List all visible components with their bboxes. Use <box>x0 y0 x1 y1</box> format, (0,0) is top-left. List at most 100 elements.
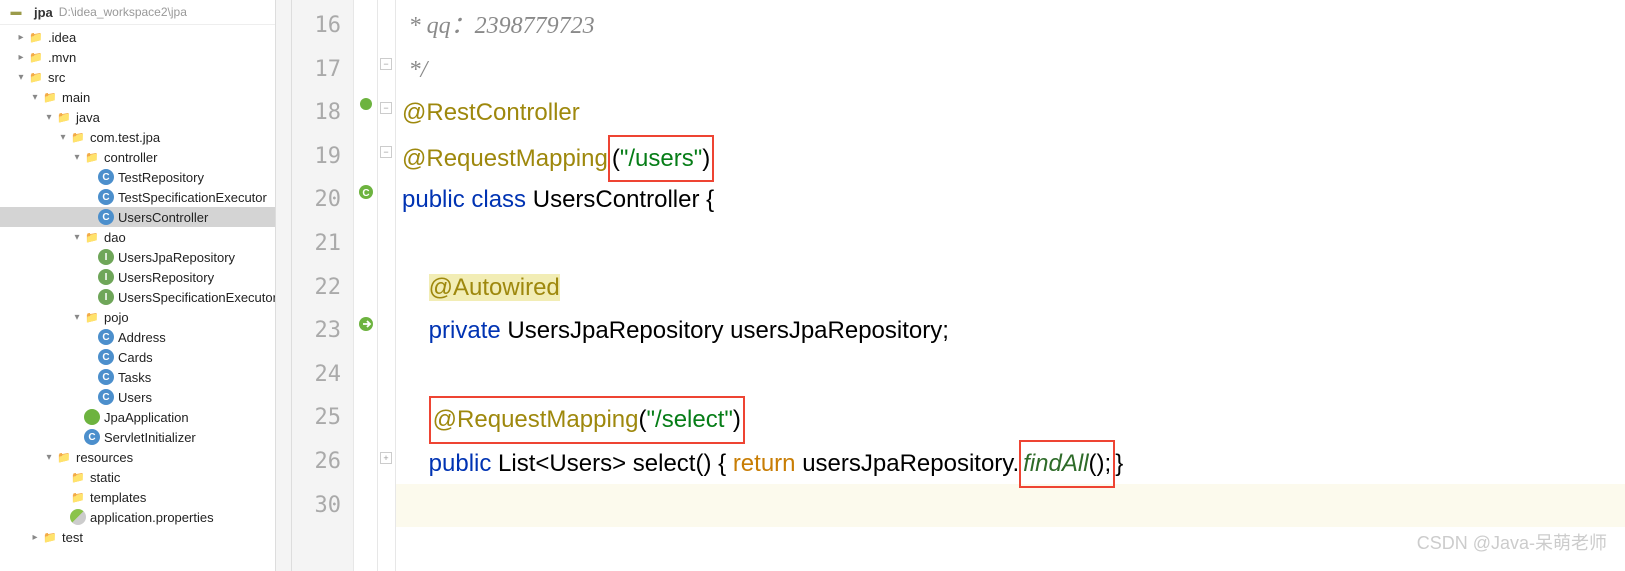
tree-item-tasks[interactable]: ▸CTasks <box>0 367 275 387</box>
line-number: 26 <box>292 440 353 484</box>
folder-icon: 📁 <box>28 29 44 45</box>
fold-marker[interactable]: − <box>380 102 392 114</box>
gutter-margin <box>276 0 292 571</box>
tree-item-usersrepo[interactable]: ▸IUsersRepository <box>0 267 275 287</box>
tree-item-usersjparepo[interactable]: ▸IUsersJpaRepository <box>0 247 275 267</box>
spring-class-icon: C <box>84 409 100 425</box>
tree-item-idea[interactable]: ▸📁.idea <box>0 27 275 47</box>
highlight-box: @RequestMapping("/select") <box>429 396 745 444</box>
tree-item-pkg[interactable]: ▾📁com.test.jpa <box>0 127 275 147</box>
line-number: 21 <box>292 222 353 266</box>
package-icon: 📁 <box>70 129 86 145</box>
line-number: 20 <box>292 178 353 222</box>
src-folder-icon: 📁 <box>56 109 72 125</box>
line-number: 16 <box>292 4 353 48</box>
fold-column: − − − + <box>378 0 396 571</box>
class-icon: C <box>98 369 114 385</box>
code-line[interactable] <box>396 484 1625 528</box>
class-icon: C <box>84 429 100 445</box>
code-line[interactable]: @RequestMapping("/select") <box>396 396 1625 440</box>
tree-item-cards[interactable]: ▸CCards <box>0 347 275 367</box>
folder-icon: 📁 <box>70 469 86 485</box>
tree-item-main[interactable]: ▾📁main <box>0 87 275 107</box>
folder-icon: 📁 <box>28 69 44 85</box>
module-icon: ▬ <box>8 4 24 20</box>
fold-marker[interactable]: − <box>380 146 392 158</box>
tree-item-controller[interactable]: ▾📁controller <box>0 147 275 167</box>
code-line[interactable]: @RequestMapping(("/users")"/users") <box>396 135 1625 179</box>
tree-item-testspec[interactable]: ▸CTestSpecificationExecutor <box>0 187 275 207</box>
class-icon: C <box>98 329 114 345</box>
line-number: 19 <box>292 135 353 179</box>
tree-item-java[interactable]: ▾📁java <box>0 107 275 127</box>
tree-item-testrepo[interactable]: ▸CTestRepository <box>0 167 275 187</box>
code-line[interactable]: public class UsersController { <box>396 178 1625 222</box>
line-number: 25 <box>292 396 353 440</box>
tree-item-users[interactable]: ▸CUsers <box>0 387 275 407</box>
folder-icon: 📁 <box>42 89 58 105</box>
code-content[interactable]: * qq：2398779723 */ @RestController @Requ… <box>396 0 1625 571</box>
tree-item-servletinit[interactable]: ▸CServletInitializer <box>0 427 275 447</box>
class-icon: C <box>98 189 114 205</box>
tree-item-resources[interactable]: ▾📁resources <box>0 447 275 467</box>
package-icon: 📁 <box>84 309 100 325</box>
tree-item-jpaapp[interactable]: ▸CJpaApplication <box>0 407 275 427</box>
gutter-icon-column: C <box>354 0 378 571</box>
project-tree[interactable]: ▸📁.idea ▸📁.mvn ▾📁src ▾📁main ▾📁java ▾📁com… <box>0 25 275 549</box>
class-icon: C <box>98 389 114 405</box>
interface-icon: I <box>98 249 114 265</box>
package-icon: 📁 <box>84 229 100 245</box>
tree-item-appprops[interactable]: ▸application.properties <box>0 507 275 527</box>
code-line[interactable]: * qq：2398779723 <box>396 4 1625 48</box>
line-number: 24 <box>292 353 353 397</box>
interface-icon: I <box>98 289 114 305</box>
code-line[interactable]: @RestController <box>396 91 1625 135</box>
project-path: D:\idea_workspace2\jpa <box>59 5 187 19</box>
class-icon: C <box>98 349 114 365</box>
fold-marker[interactable]: + <box>380 452 392 464</box>
spring-bean-icon[interactable] <box>356 94 376 114</box>
line-number: 23 <box>292 309 353 353</box>
tree-item-pojo[interactable]: ▾📁pojo <box>0 307 275 327</box>
code-line[interactable] <box>396 222 1625 266</box>
watermark: CSDN @Java-呆萌老师 <box>1417 529 1607 555</box>
class-icon: C <box>98 209 114 225</box>
code-editor[interactable]: 16 17 18 19 20 21 22 23 24 25 26 30 C − … <box>276 0 1625 571</box>
resources-folder-icon: 📁 <box>56 449 72 465</box>
code-line[interactable]: private UsersJpaRepository usersJpaRepos… <box>396 309 1625 353</box>
code-line[interactable]: */ <box>396 48 1625 92</box>
svg-text:C: C <box>362 188 369 199</box>
code-line[interactable] <box>396 353 1625 397</box>
tree-item-dao[interactable]: ▾📁dao <box>0 227 275 247</box>
highlight-box: findAll(); <box>1019 440 1115 488</box>
line-number: 30 <box>292 484 353 528</box>
class-icon: C <box>98 169 114 185</box>
line-number: 17 <box>292 48 353 92</box>
interface-icon: I <box>98 269 114 285</box>
tree-item-mvn[interactable]: ▸📁.mvn <box>0 47 275 67</box>
tree-item-address[interactable]: ▸CAddress <box>0 327 275 347</box>
tree-item-usersctrl[interactable]: ▸CUsersController <box>0 207 275 227</box>
tree-item-src[interactable]: ▾📁src <box>0 67 275 87</box>
folder-icon: 📁 <box>70 489 86 505</box>
tree-item-templates[interactable]: ▸📁templates <box>0 487 275 507</box>
project-name: jpa <box>34 5 53 20</box>
folder-icon: 📁 <box>42 529 58 545</box>
line-number-gutter: 16 17 18 19 20 21 22 23 24 25 26 30 <box>292 0 354 571</box>
highlight-box: (("/users")"/users") <box>608 135 714 183</box>
project-sidebar[interactable]: ▬ jpa D:\idea_workspace2\jpa ▸📁.idea ▸📁.… <box>0 0 276 571</box>
code-line[interactable]: public List<Users> select() { return use… <box>396 440 1625 484</box>
tree-item-test[interactable]: ▸📁test <box>0 527 275 547</box>
folder-icon: 📁 <box>28 49 44 65</box>
properties-icon <box>70 509 86 525</box>
spring-component-icon[interactable]: C <box>356 182 376 202</box>
spring-nav-icon[interactable] <box>356 314 376 334</box>
fold-marker[interactable]: − <box>380 58 392 70</box>
line-number: 18 <box>292 91 353 135</box>
line-number: 22 <box>292 266 353 310</box>
package-icon: 📁 <box>84 149 100 165</box>
tree-item-usersspec[interactable]: ▸IUsersSpecificationExecutor <box>0 287 275 307</box>
code-line[interactable]: @Autowired <box>396 266 1625 310</box>
project-header: ▬ jpa D:\idea_workspace2\jpa <box>0 0 275 25</box>
tree-item-static[interactable]: ▸📁static <box>0 467 275 487</box>
